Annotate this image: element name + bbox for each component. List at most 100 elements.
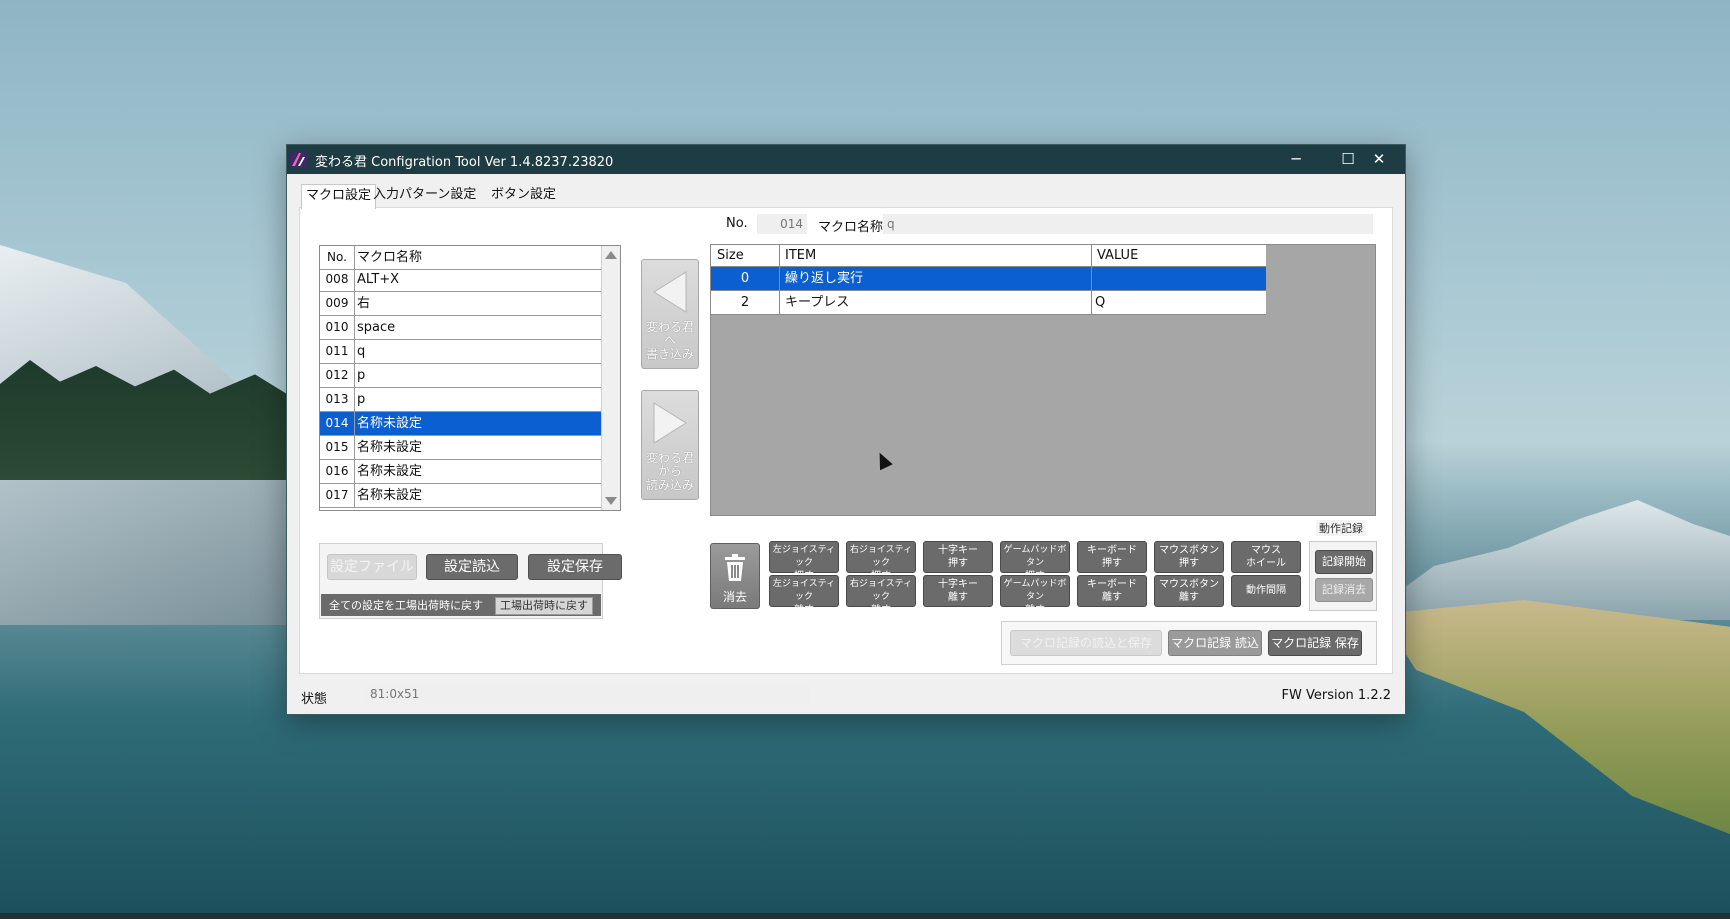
list-item-name: 名称未設定 <box>357 416 423 431</box>
tab-macro-settings[interactable]: マクロ設定 <box>301 184 377 209</box>
window-title: 変わる君 Configration Tool Ver 1.4.8237.2382… <box>315 155 614 170</box>
macro-list-scrollbar[interactable] <box>601 246 620 510</box>
btn-line2: 離す <box>871 605 891 616</box>
mouse-wheel-button[interactable]: マウス ホイール <box>1231 541 1301 573</box>
recording-panel: 記録開始 記録消去 <box>1309 541 1377 611</box>
keyboard-release-button[interactable]: キーボード 離す <box>1077 575 1147 607</box>
column-header-name: マクロ名称 <box>357 250 423 265</box>
write-to-device-button[interactable]: 変わる君 へ 書き込み <box>641 259 699 369</box>
read-from-device-button[interactable]: 変わる君 から 読み込み <box>641 390 699 500</box>
cell-size: 0 <box>711 267 780 290</box>
gamepad-button-release-button[interactable]: ゲームパッドボタン 離す <box>1000 575 1070 616</box>
macro-no-field: 014 <box>757 214 807 234</box>
btn-line1: マウスボタン <box>1159 545 1219 556</box>
list-item-no: 011 <box>320 340 355 363</box>
right-stick-press-button[interactable]: 右ジョイスティック 押す <box>846 541 916 582</box>
macro-list-header: No. マクロ名称 <box>320 246 602 270</box>
list-item[interactable]: 011 q <box>320 340 602 364</box>
btn-line1: 左ジョイスティック <box>772 545 836 568</box>
close-button[interactable]: ✕ <box>1353 145 1405 174</box>
right-stick-release-button[interactable]: 右ジョイスティック 離す <box>846 575 916 616</box>
taskbar-edge <box>0 913 1730 919</box>
list-item[interactable]: 009 右 <box>320 292 602 316</box>
list-item-name: q <box>357 344 366 359</box>
cell-size: 2 <box>711 291 780 314</box>
btn-line1: 動作間隔 <box>1246 585 1286 596</box>
column-header-size: Size <box>711 245 780 266</box>
write-label-line3: 書き込み <box>645 347 694 361</box>
column-header-item: ITEM <box>779 245 1092 266</box>
read-label-line1: 変わる君 <box>645 451 694 465</box>
record-clear-button[interactable]: 記録消去 <box>1315 578 1373 602</box>
tab-button-settings[interactable]: ボタン設定 <box>487 184 560 206</box>
macro-record-load-save-button[interactable]: マクロ記録の読込と保存 <box>1010 630 1162 656</box>
list-item[interactable]: 012 p <box>320 364 602 388</box>
list-item-no: 015 <box>320 436 355 459</box>
grid-header: Size ITEM VALUE <box>711 245 1266 267</box>
gamepad-button-press-button[interactable]: ゲームパッドボタン 押す <box>1000 541 1070 582</box>
factory-reset-button[interactable]: 工場出荷時に戻す <box>495 597 593 615</box>
titlebar[interactable]: 変わる君 Configration Tool Ver 1.4.8237.2382… <box>287 145 1405 174</box>
delete-label: 消去 <box>722 590 747 604</box>
cell-item: キープレス <box>779 291 1092 314</box>
btn-line2: 離す <box>948 592 968 603</box>
list-item-no: 012 <box>320 364 355 387</box>
macro-name-input[interactable]: q <box>883 214 1373 234</box>
left-stick-release-button[interactable]: 左ジョイスティック 離す <box>769 575 839 616</box>
cell-value: Q <box>1095 295 1106 310</box>
list-item[interactable]: 015 名称未設定 <box>320 436 602 460</box>
table-row-selected[interactable]: 0 繰り返し実行 <box>711 267 1266 291</box>
list-item[interactable]: 016 名称未設定 <box>320 460 602 484</box>
save-settings-button[interactable]: 設定保存 <box>528 554 622 580</box>
dpad-release-button[interactable]: 十字キー 離す <box>923 575 993 607</box>
btn-line2: 離す <box>1179 592 1199 603</box>
tab-input-pattern[interactable]: 入力パターン設定 <box>369 184 480 206</box>
list-item-name: ALT+X <box>357 272 400 287</box>
action-interval-button[interactable]: 動作間隔 <box>1231 575 1301 607</box>
load-settings-button[interactable]: 設定読込 <box>426 554 518 580</box>
scroll-down-icon[interactable] <box>605 497 617 505</box>
write-label-line2: へ <box>663 333 676 347</box>
list-item-no: 010 <box>320 316 355 339</box>
macro-record-save-button[interactable]: マクロ記録 保存 <box>1268 630 1362 656</box>
keyboard-press-button[interactable]: キーボード 押す <box>1077 541 1147 573</box>
btn-line2: 押す <box>948 558 968 569</box>
btn-line2: 離す <box>1025 605 1045 616</box>
mouse-button-release-button[interactable]: マウスボタン 離す <box>1154 575 1224 607</box>
scroll-up-icon[interactable] <box>605 251 617 259</box>
delete-step-button[interactable]: 消去 <box>710 543 760 609</box>
btn-line2: ホイール <box>1246 558 1286 569</box>
btn-line2: 離す <box>794 605 814 616</box>
btn-line2: 押す <box>1179 558 1199 569</box>
list-item-no: 014 <box>320 412 355 435</box>
mouse-button-press-button[interactable]: マウスボタン 押す <box>1154 541 1224 573</box>
btn-line1: 右ジョイスティック <box>849 545 913 568</box>
left-stick-press-button[interactable]: 左ジョイスティック 押す <box>769 541 839 582</box>
btn-line1: 右ジョイスティック <box>849 579 913 602</box>
btn-line1: 十字キー <box>938 579 978 590</box>
list-item-name: p <box>357 368 366 383</box>
list-item[interactable]: 017 名称未設定 <box>320 484 602 508</box>
minimize-button[interactable]: ─ <box>1270 145 1322 174</box>
table-row[interactable]: 2 キープレス Q <box>711 291 1266 315</box>
list-item[interactable]: 008 ALT+X <box>320 268 602 292</box>
read-label-line3: 読み込み <box>645 478 694 492</box>
list-item-name: 右 <box>357 296 371 311</box>
dpad-press-button[interactable]: 十字キー 押す <box>923 541 993 573</box>
macro-list[interactable]: No. マクロ名称 008 ALT+X 009 右 010 space 011 … <box>319 245 621 511</box>
record-start-button[interactable]: 記録開始 <box>1315 550 1373 574</box>
btn-line1: 十字キー <box>938 545 978 556</box>
btn-line1: キーボード <box>1087 579 1137 590</box>
settings-file-button[interactable]: 設定ファイル <box>327 554 417 580</box>
cell-value <box>1091 267 1263 290</box>
list-item-no: 013 <box>320 388 355 411</box>
macro-steps-grid[interactable]: Size ITEM VALUE 0 繰り返し実行 2 キープレス Q <box>710 244 1376 516</box>
app-logo-icon <box>290 151 307 168</box>
column-header-value: VALUE <box>1097 248 1139 263</box>
macro-record-load-button[interactable]: マクロ記録 読込 <box>1168 630 1262 656</box>
mountain-right <box>1360 500 1730 620</box>
list-item-name: p <box>357 392 366 407</box>
list-item[interactable]: 010 space <box>320 316 602 340</box>
list-item-selected[interactable]: 014 名称未設定 <box>320 412 602 436</box>
list-item[interactable]: 013 p <box>320 388 602 412</box>
